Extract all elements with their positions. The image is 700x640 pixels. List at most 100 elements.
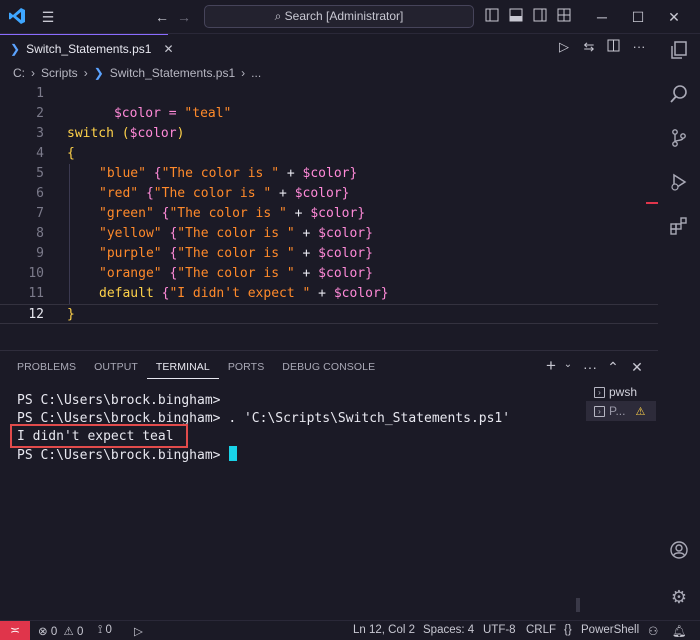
breadcrumb-more[interactable]: ... [251, 66, 261, 80]
code-token: $color [318, 226, 366, 241]
toggle-secondary-sidebar-icon[interactable] [530, 7, 550, 27]
split-editor-icon[interactable] [604, 39, 622, 55]
notifications-icon[interactable]: 🔔︎ [672, 624, 687, 638]
chevron-right-icon: › [83, 66, 88, 80]
error-count: 0 [50, 626, 58, 638]
run-icon[interactable]: ▷ [555, 39, 573, 55]
code-token: { [138, 186, 154, 201]
menu-icon[interactable]: ☰ [38, 7, 58, 27]
code-token: } [380, 286, 389, 301]
line-number: 3 [36, 126, 44, 141]
customize-layout-icon[interactable] [554, 7, 574, 27]
tab-label: Switch_Statements.ps1 [26, 41, 152, 56]
terminal-item-label: pwsh [609, 385, 638, 399]
code-token: "red" [99, 186, 139, 201]
indentation[interactable]: Spaces: 4 [423, 624, 474, 636]
tab-debug-console[interactable]: DEBUG CONSOLE [273, 357, 384, 379]
end-of-line[interactable]: CRLF [526, 624, 556, 636]
line-number: 2 [36, 106, 44, 121]
close-tab-icon[interactable]: ✕ [163, 42, 173, 56]
forward-arrow-icon[interactable]: → [174, 7, 194, 27]
code-token: default [99, 286, 154, 301]
terminal-scrollbar[interactable] [576, 598, 580, 612]
code-line: 4 { [0, 144, 658, 164]
code-token: { [161, 226, 178, 241]
maximize-panel-icon[interactable]: ⌃ [605, 359, 621, 376]
chevron-right-icon: › [241, 66, 246, 80]
code-token: "The color is " [153, 186, 272, 201]
command-center-search[interactable]: ⌕ Search [Administrator] [204, 5, 474, 28]
line-number: 6 [36, 186, 44, 201]
manage-gear-icon[interactable]: ⚙ [666, 584, 692, 610]
breadcrumb-drive[interactable]: C: [13, 66, 25, 80]
code-token: ( [113, 126, 130, 141]
line-number: 12 [28, 307, 44, 322]
chevron-right-icon: › [31, 66, 35, 80]
toggle-primary-sidebar-icon[interactable] [482, 7, 502, 27]
code-token: "green" [99, 206, 154, 221]
cursor-position[interactable]: Ln 12, Col 2 [353, 624, 415, 636]
remote-indicator-icon[interactable]: ≍ [0, 621, 30, 640]
search-text: Search [Administrator] [284, 9, 404, 23]
minimize-icon[interactable]: ─ [592, 7, 612, 27]
code-token: "I didn't expect " [169, 286, 311, 301]
more-actions-icon[interactable]: ··· [582, 359, 598, 375]
code-token: { [145, 166, 162, 181]
close-panel-icon[interactable]: ✕ [629, 359, 645, 376]
powershell-file-icon: ❯ [10, 41, 21, 56]
maximize-icon[interactable]: ☐ [628, 7, 648, 27]
encoding[interactable]: UTF-8 [483, 624, 516, 636]
breadcrumb-file[interactable]: Switch_Statements.ps1 [110, 66, 235, 80]
tab-problems[interactable]: PROBLEMS [0, 357, 85, 379]
language-mode[interactable]: PowerShell [581, 624, 639, 636]
code-line: 10 "orange" {"The color is " + $color} [0, 264, 658, 284]
line-number: 9 [36, 246, 44, 261]
output-highlight-box [10, 424, 188, 448]
terminal-item-pwsh[interactable]: › pwsh [586, 382, 656, 402]
errors-status[interactable]: ⊗ 0 ⚠ 0 [38, 624, 83, 638]
code-token: $color [318, 246, 366, 261]
close-window-icon[interactable]: ✕ [664, 7, 684, 27]
code-token: } [365, 246, 373, 261]
code-line: 9 "purple" {"The color is " + $color} [0, 244, 658, 264]
code-token: { [153, 206, 170, 221]
split-diff-icon[interactable]: ⇆ [580, 39, 598, 55]
tab-ports[interactable]: PORTS [219, 357, 273, 379]
terminal-item-powershell[interactable]: › P... ⚠ [586, 401, 656, 421]
editor-tab-switch-statements[interactable]: ❯ Switch_Statements.ps1 ✕ [0, 34, 174, 62]
code-line: 1 $color = "teal" [0, 84, 658, 121]
toggle-panel-icon[interactable] [506, 7, 526, 27]
back-arrow-icon[interactable]: ← [152, 7, 172, 27]
debug-launch-icon[interactable]: ▷ [134, 624, 143, 638]
language-braces-icon: {} [564, 624, 572, 636]
warning-count: 0 [76, 626, 84, 638]
terminal-prompt: PS C:\Users\brock.bingham> [17, 448, 229, 463]
more-actions-icon[interactable]: ··· [630, 39, 648, 54]
chevron-down-icon[interactable]: ⌄ [560, 359, 576, 370]
explorer-icon[interactable] [666, 40, 692, 66]
code-token: $color [129, 126, 177, 141]
feedback-icon[interactable]: ⚇ [648, 624, 658, 638]
tab-terminal[interactable]: TERMINAL [146, 357, 219, 379]
code-editor[interactable]: 1 $color = "teal" 2 3 switch ($color) 4 … [0, 84, 658, 350]
tab-output[interactable]: OUTPUT [85, 357, 147, 379]
code-token: ) [176, 126, 185, 141]
line-number: 7 [36, 206, 44, 221]
line-number: 5 [36, 166, 44, 181]
run-and-debug-icon[interactable] [666, 172, 692, 198]
code-token: $color [318, 266, 366, 281]
extensions-icon[interactable] [666, 216, 692, 242]
title-bar: ☰ ← → ⌕ Search [Administrator] ─ ☐ ✕ [0, 0, 700, 34]
breadcrumb-folder[interactable]: Scripts [41, 66, 78, 80]
new-terminal-icon[interactable]: + [543, 356, 559, 376]
terminal-output[interactable]: PS C:\Users\brock.bingham> PS C:\Users\b… [0, 386, 586, 618]
code-token: "yellow" [99, 226, 162, 241]
warning-icon: ⚠ [63, 626, 74, 638]
code-token: "The color is " [161, 166, 280, 181]
indent-guide [69, 164, 70, 304]
ports-status[interactable]: ⟟ 0 [98, 624, 112, 637]
search-icon[interactable] [666, 84, 692, 110]
accounts-icon[interactable] [666, 540, 692, 566]
source-control-icon[interactable] [666, 128, 692, 154]
code-line: 8 "yellow" {"The color is " + $color} [0, 224, 658, 244]
